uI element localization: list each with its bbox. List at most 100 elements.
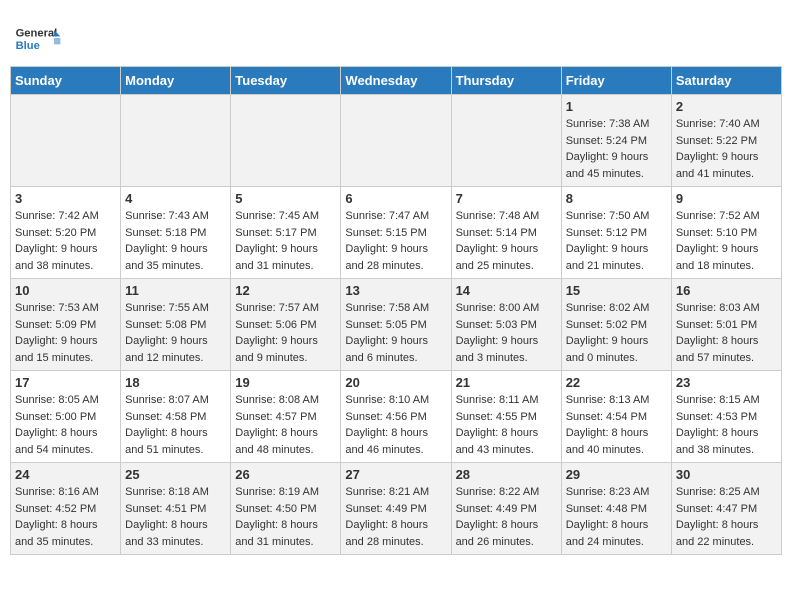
day-number: 4 [125,191,226,206]
day-info: Sunrise: 7:43 AMSunset: 5:18 PMDaylight:… [125,208,226,274]
day-cell-2: 2 Sunrise: 7:40 AMSunset: 5:22 PMDaylight… [671,95,781,187]
day-cell-26: 26Sunrise: 8:19 AMSunset: 4:50 PMDayligh… [231,463,341,555]
empty-cell [11,95,121,187]
day-number: 11 [125,283,226,298]
day-info: Sunrise: 8:13 AMSunset: 4:54 PMDaylight:… [566,392,667,458]
empty-cell [451,95,561,187]
day-info: Sunrise: 7:50 AMSunset: 5:12 PMDaylight:… [566,208,667,274]
day-cell-27: 27 Sunrise: 8:21 AMSunset: 4:49 PMDayligh… [341,463,451,555]
day-cell-4: 4 Sunrise: 7:43 AMSunset: 5:18 PMDaylight… [121,187,231,279]
week-row-3: 10 Sunrise: 7:53 AMSunset: 5:09 PMDayligh… [11,279,782,371]
day-info: Sunrise: 7:42 AMSunset: 5:20 PMDaylight:… [15,208,116,274]
day-cell-17: 17 Sunrise: 8:05 AMSunset: 5:00 PMDayligh… [11,371,121,463]
day-info: Sunrise: 7:48 AMSunset: 5:14 PMDaylight:… [456,208,557,274]
day-info: Sunrise: 8:19 AMSunset: 4:50 PMDaylight:… [235,484,336,550]
day-info: Sunrise: 8:16 AMSunset: 4:52 PMDaylight:… [15,484,116,550]
day-cell-9: 9Sunrise: 7:52 AMSunset: 5:10 PMDaylight… [671,187,781,279]
day-info: Sunrise: 7:45 AMSunset: 5:17 PMDaylight:… [235,208,336,274]
week-row-1: 1Sunrise: 7:38 AMSunset: 5:24 PMDaylight… [11,95,782,187]
day-info: Sunrise: 7:53 AMSunset: 5:09 PMDaylight:… [15,300,116,366]
day-cell-3: 3Sunrise: 7:42 AMSunset: 5:20 PMDaylight… [11,187,121,279]
day-info: Sunrise: 8:11 AMSunset: 4:55 PMDaylight:… [456,392,557,458]
day-cell-6: 6Sunrise: 7:47 AMSunset: 5:15 PMDaylight… [341,187,451,279]
week-row-4: 17 Sunrise: 8:05 AMSunset: 5:00 PMDayligh… [11,371,782,463]
day-number: 30 [676,467,777,482]
svg-text:General: General [16,27,58,39]
day-cell-1: 1Sunrise: 7:38 AMSunset: 5:24 PMDaylight… [561,95,671,187]
calendar-table: SundayMondayTuesdayWednesdayThursdayFrid… [10,66,782,555]
day-number: 18 [125,375,226,390]
day-cell-14: 14 Sunrise: 8:00 AMSunset: 5:03 PMDayligh… [451,279,561,371]
day-cell-18: 18 Sunrise: 8:07 AMSunset: 4:58 PMDayligh… [121,371,231,463]
header-cell-friday: Friday [561,67,671,95]
day-cell-5: 5 Sunrise: 7:45 AMSunset: 5:17 PMDaylight… [231,187,341,279]
day-info: Sunrise: 7:40 AMSunset: 5:22 PMDaylight:… [676,116,777,182]
day-info: Sunrise: 8:25 AMSunset: 4:47 PMDaylight:… [676,484,777,550]
day-number: 27 [345,467,446,482]
day-number: 17 [15,375,116,390]
day-cell-19: 19 Sunrise: 8:08 AMSunset: 4:57 PMDayligh… [231,371,341,463]
header-cell-thursday: Thursday [451,67,561,95]
day-cell-30: 30 Sunrise: 8:25 AMSunset: 4:47 PMDayligh… [671,463,781,555]
svg-text:Blue: Blue [16,40,40,52]
day-info: Sunrise: 8:15 AMSunset: 4:53 PMDaylight:… [676,392,777,458]
header-cell-tuesday: Tuesday [231,67,341,95]
header-cell-wednesday: Wednesday [341,67,451,95]
empty-cell [341,95,451,187]
logo-svg: General Blue [14,18,62,58]
day-number: 21 [456,375,557,390]
day-cell-13: 13Sunrise: 7:58 AMSunset: 5:05 PMDayligh… [341,279,451,371]
day-cell-16: 16Sunrise: 8:03 AMSunset: 5:01 PMDayligh… [671,279,781,371]
week-row-5: 24 Sunrise: 8:16 AMSunset: 4:52 PMDayligh… [11,463,782,555]
day-number: 24 [15,467,116,482]
day-cell-24: 24 Sunrise: 8:16 AMSunset: 4:52 PMDayligh… [11,463,121,555]
day-cell-7: 7 Sunrise: 7:48 AMSunset: 5:14 PMDaylight… [451,187,561,279]
day-cell-29: 29Sunrise: 8:23 AMSunset: 4:48 PMDayligh… [561,463,671,555]
day-cell-28: 28 Sunrise: 8:22 AMSunset: 4:49 PMDayligh… [451,463,561,555]
day-info: Sunrise: 7:38 AMSunset: 5:24 PMDaylight:… [566,116,667,182]
day-number: 10 [15,283,116,298]
header-cell-saturday: Saturday [671,67,781,95]
day-number: 7 [456,191,557,206]
day-number: 22 [566,375,667,390]
day-info: Sunrise: 8:08 AMSunset: 4:57 PMDaylight:… [235,392,336,458]
day-number: 16 [676,283,777,298]
day-number: 12 [235,283,336,298]
day-cell-22: 22 Sunrise: 8:13 AMSunset: 4:54 PMDayligh… [561,371,671,463]
day-cell-20: 20Sunrise: 8:10 AMSunset: 4:56 PMDayligh… [341,371,451,463]
header: General Blue [10,10,782,66]
day-number: 8 [566,191,667,206]
day-number: 2 [676,99,777,114]
header-row: SundayMondayTuesdayWednesdayThursdayFrid… [11,67,782,95]
day-number: 9 [676,191,777,206]
day-cell-11: 11 Sunrise: 7:55 AMSunset: 5:08 PMDayligh… [121,279,231,371]
header-cell-monday: Monday [121,67,231,95]
day-info: Sunrise: 8:21 AMSunset: 4:49 PMDaylight:… [345,484,446,550]
day-number: 29 [566,467,667,482]
day-info: Sunrise: 8:22 AMSunset: 4:49 PMDaylight:… [456,484,557,550]
day-cell-12: 12Sunrise: 7:57 AMSunset: 5:06 PMDayligh… [231,279,341,371]
day-info: Sunrise: 8:05 AMSunset: 5:00 PMDaylight:… [15,392,116,458]
day-number: 6 [345,191,446,206]
day-cell-23: 23 Sunrise: 8:15 AMSunset: 4:53 PMDayligh… [671,371,781,463]
day-number: 25 [125,467,226,482]
day-number: 20 [345,375,446,390]
day-number: 14 [456,283,557,298]
empty-cell [121,95,231,187]
header-cell-sunday: Sunday [11,67,121,95]
empty-cell [231,95,341,187]
day-info: Sunrise: 8:07 AMSunset: 4:58 PMDaylight:… [125,392,226,458]
day-info: Sunrise: 8:18 AMSunset: 4:51 PMDaylight:… [125,484,226,550]
day-number: 19 [235,375,336,390]
logo: General Blue [14,18,62,58]
day-number: 28 [456,467,557,482]
week-row-2: 3Sunrise: 7:42 AMSunset: 5:20 PMDaylight… [11,187,782,279]
day-cell-15: 15Sunrise: 8:02 AMSunset: 5:02 PMDayligh… [561,279,671,371]
day-info: Sunrise: 7:55 AMSunset: 5:08 PMDaylight:… [125,300,226,366]
day-number: 13 [345,283,446,298]
day-cell-21: 21 Sunrise: 8:11 AMSunset: 4:55 PMDayligh… [451,371,561,463]
day-number: 23 [676,375,777,390]
day-number: 5 [235,191,336,206]
day-info: Sunrise: 8:00 AMSunset: 5:03 PMDaylight:… [456,300,557,366]
day-cell-10: 10 Sunrise: 7:53 AMSunset: 5:09 PMDayligh… [11,279,121,371]
